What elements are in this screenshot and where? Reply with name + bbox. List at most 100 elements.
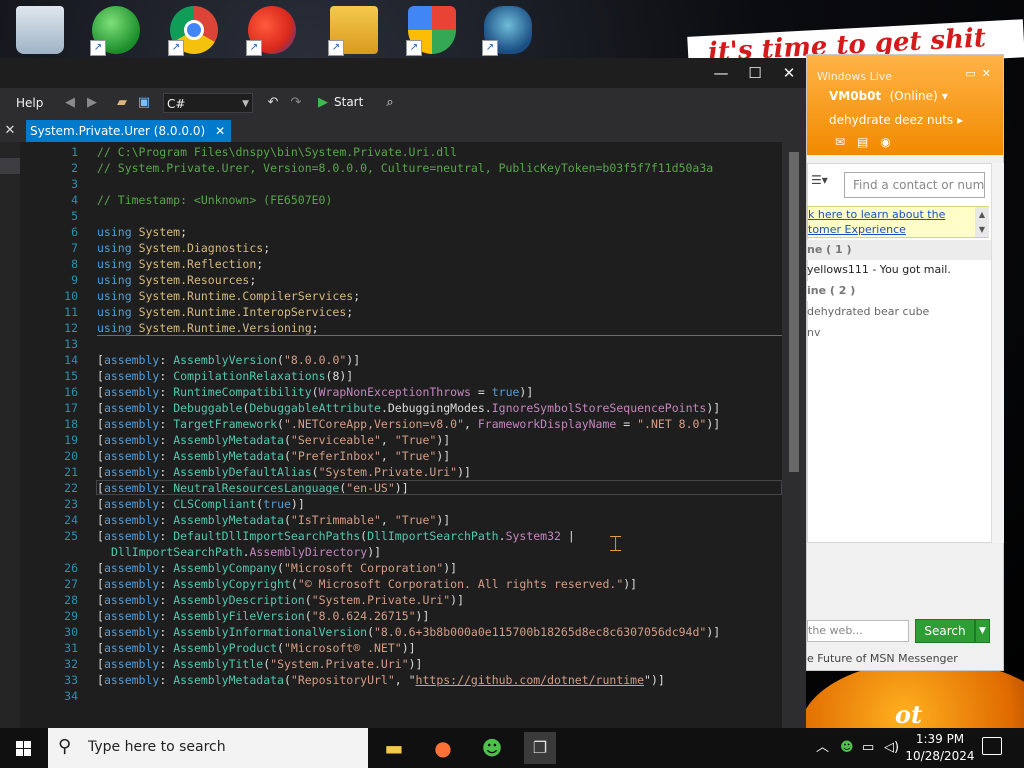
code-line[interactable]: 18 [assembly: TargetFramework(".NETCoreAp…: [44, 416, 782, 432]
code-line[interactable]: 9 using System.Resources;: [44, 272, 782, 288]
code-line[interactable]: 32 [assembly: AssemblyTitle("System.Priva…: [44, 656, 782, 672]
code-line[interactable]: 10 using System.Runtime.CompilerServices;: [44, 288, 782, 304]
recycle-bin-icon[interactable]: [16, 6, 64, 54]
search-button[interactable]: Search: [915, 619, 975, 643]
search-icon[interactable]: ⌕: [382, 95, 398, 111]
code-line[interactable]: 29 [assembly: AssemblyFileVersion("8.0.62…: [44, 608, 782, 624]
task-view-icon[interactable]: ❐: [524, 732, 556, 764]
code-line[interactable]: 1 // C:\Program Files\dnspy\bin\System.Pr…: [44, 144, 782, 160]
open-folder-icon[interactable]: ▰: [114, 95, 130, 111]
find-contact-input[interactable]: Find a contact or numbe: [844, 172, 985, 198]
code-line[interactable]: 2 // System.Private.Urer, Version=8.0.0.0…: [44, 160, 782, 176]
side-panel-close-icon[interactable]: ✕: [0, 120, 20, 142]
messenger-window-controls[interactable]: ▭✕: [965, 67, 997, 80]
code-line[interactable]: 30 [assembly: AssemblyInformationalVersio…: [44, 624, 782, 640]
scrollbar-thumb[interactable]: [789, 152, 799, 472]
chrome-shortcut-icon[interactable]: ↗: [168, 6, 218, 56]
messenger-taskbar-icon[interactable]: ☻: [476, 732, 508, 764]
start-button[interactable]: ▶ Start: [318, 95, 363, 110]
code-line[interactable]: 20 [assembly: AssemblyMetadata("PreferInb…: [44, 448, 782, 464]
notification-center-icon[interactable]: [982, 737, 1002, 755]
code-line[interactable]: 33 [assembly: AssemblyMetadata("Repositor…: [44, 672, 782, 688]
code-line[interactable]: 5: [44, 208, 782, 224]
shortcut-arrow-icon: ↗: [90, 40, 106, 56]
code-line[interactable]: 25 [assembly: DefaultDllImportSearchPaths…: [44, 528, 782, 544]
contact-item[interactable]: nv: [807, 324, 820, 342]
tab-system-private-urer[interactable]: System.Private.Urer (8.0.0.0) ✕: [26, 120, 232, 142]
code-text: [assembly: RuntimeCompatibility(WrapNonE…: [97, 385, 534, 399]
tab-close-icon[interactable]: ✕: [215, 120, 225, 142]
start-button[interactable]: [0, 728, 48, 768]
chevron-up-icon[interactable]: ︿: [816, 728, 829, 768]
help-menu[interactable]: Help: [16, 96, 43, 110]
info-banner[interactable]: k here to learn about the tomer Experien…: [807, 206, 989, 238]
code-text: // C:\Program Files\dnspy\bin\System.Pri…: [97, 145, 458, 159]
code-line[interactable]: 31 [assembly: AssemblyProduct("Microsoft®…: [44, 640, 782, 656]
paint-shortcut-icon[interactable]: ↗: [246, 6, 296, 56]
network-icon[interactable]: ▭: [862, 728, 874, 768]
contact-item[interactable]: yellows111 - You got mail.: [807, 261, 951, 279]
messenger-quick-icons[interactable]: ✉▤◉: [835, 135, 903, 149]
contact-item[interactable]: dehydrated bear cube: [807, 303, 929, 321]
code-line[interactable]: 23 [assembly: CLSCompliant(true)]: [44, 496, 782, 512]
code-line[interactable]: 26 [assembly: AssemblyCompany("Microsoft …: [44, 560, 782, 576]
code-line[interactable]: 7 using System.Diagnostics;: [44, 240, 782, 256]
taskbar-clock[interactable]: 1:39 PM 10/28/2024: [900, 731, 980, 765]
language-select[interactable]: C# ▼: [163, 93, 253, 113]
code-text: DllImportSearchPath.AssemblyDirectory)]: [111, 545, 382, 559]
volume-icon[interactable]: ◁): [884, 728, 899, 768]
code-line[interactable]: 13: [44, 336, 782, 352]
code-line[interactable]: 11 using System.Runtime.InteropServices;: [44, 304, 782, 320]
code-editor[interactable]: 1 // C:\Program Files\dnspy\bin\System.Pr…: [44, 142, 782, 728]
firefox-icon[interactable]: ●: [427, 732, 459, 764]
banner-scroll-buttons[interactable]: ▲ ▼: [975, 207, 989, 237]
contact-list-scrollbar[interactable]: [991, 163, 1004, 543]
game-shortcut-icon[interactable]: ↗: [482, 6, 532, 56]
code-text: [assembly: AssemblyMetadata("PreferInbox…: [97, 449, 451, 463]
view-options-icon[interactable]: ☰▾: [811, 173, 828, 187]
title-bar[interactable]: — ☐ ✕: [0, 58, 806, 88]
code-text: [assembly: AssemblyVersion("8.0.0.0")]: [97, 353, 361, 367]
save-icon[interactable]: ▣: [136, 95, 152, 111]
code-line[interactable]: 4 // Timestamp: <Unknown> (FE6507E0): [44, 192, 782, 208]
display-name[interactable]: VM0b0t (Online) ▾: [829, 89, 948, 103]
code-line[interactable]: 28 [assembly: AssemblyDescription("System…: [44, 592, 782, 608]
line-number: 18: [64, 417, 78, 431]
forward-icon[interactable]: ▶: [84, 95, 100, 111]
chevron-down-icon[interactable]: ▼: [975, 619, 990, 643]
security-shortcut-icon[interactable]: ↗: [406, 6, 456, 56]
messenger-shortcut-icon[interactable]: ↗: [90, 6, 140, 56]
messenger-footer-link[interactable]: e Future of MSN Messenger: [807, 652, 958, 665]
close-button[interactable]: ✕: [774, 62, 804, 84]
messenger-tray-icon[interactable]: ☻: [840, 728, 854, 768]
code-line[interactable]: DllImportSearchPath.AssemblyDirectory)]: [44, 544, 782, 560]
file-explorer-icon[interactable]: ▬: [378, 732, 410, 764]
vertical-scrollbar[interactable]: [784, 142, 806, 728]
code-line[interactable]: 21 [assembly: AssemblyDefaultAlias("Syste…: [44, 464, 782, 480]
back-icon[interactable]: ◀: [62, 95, 78, 111]
code-text: [assembly: AssemblyDefaultAlias("System.…: [97, 465, 471, 479]
code-line[interactable]: 6 using System;: [44, 224, 782, 240]
code-line[interactable]: 27 [assembly: AssemblyCopyright("© Micros…: [44, 576, 782, 592]
code-line[interactable]: 17 [assembly: Debuggable(DebuggableAttrib…: [44, 400, 782, 416]
contact-group-online[interactable]: ne ( 1 ): [807, 240, 991, 260]
redo-icon[interactable]: ↷: [288, 95, 304, 111]
code-line[interactable]: 24 [assembly: AssemblyMetadata("IsTrimmab…: [44, 512, 782, 528]
folder-shortcut-icon[interactable]: ↗: [328, 6, 378, 56]
web-search-input[interactable]: the web...: [807, 620, 909, 642]
clock-time: 1:39 PM: [915, 732, 965, 746]
minimize-button[interactable]: —: [706, 62, 736, 84]
code-line[interactable]: 12 using System.Runtime.Versioning;: [44, 320, 782, 336]
code-line[interactable]: 15 [assembly: CompilationRelaxations(8)]: [44, 368, 782, 384]
code-line[interactable]: 14 [assembly: AssemblyVersion("8.0.0.0")]: [44, 352, 782, 368]
contact-group-offline[interactable]: ine ( 2 ): [807, 281, 991, 301]
code-line[interactable]: 8 using System.Reflection;: [44, 256, 782, 272]
taskbar-search[interactable]: ⚲ Type here to search: [48, 728, 368, 768]
code-line[interactable]: 16 [assembly: RuntimeCompatibility(WrapNo…: [44, 384, 782, 400]
maximize-button[interactable]: ☐: [740, 62, 770, 84]
undo-icon[interactable]: ↶: [265, 95, 281, 111]
personal-message[interactable]: dehydrate deez nuts ▸: [829, 113, 963, 127]
code-line[interactable]: 19 [assembly: AssemblyMetadata("Serviceab…: [44, 432, 782, 448]
code-line[interactable]: 34: [44, 688, 782, 704]
code-line[interactable]: 3: [44, 176, 782, 192]
